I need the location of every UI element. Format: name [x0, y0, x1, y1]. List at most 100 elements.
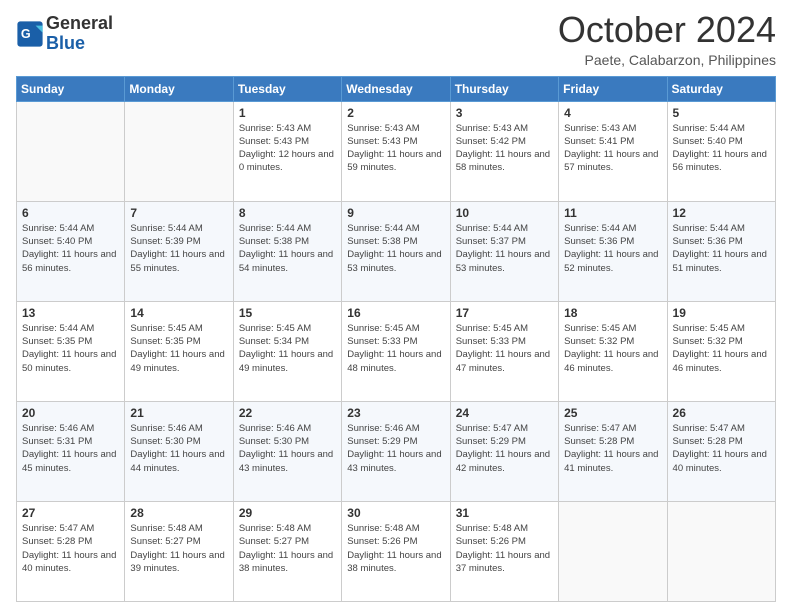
day-info: Sunrise: 5:44 AM Sunset: 5:38 PM Dayligh… [347, 222, 444, 275]
table-row: 16 Sunrise: 5:45 AM Sunset: 5:33 PM Dayli… [342, 301, 450, 401]
day-number: 23 [347, 406, 444, 420]
day-number: 30 [347, 506, 444, 520]
day-info: Sunrise: 5:47 AM Sunset: 5:29 PM Dayligh… [456, 422, 553, 475]
day-number: 15 [239, 306, 336, 320]
day-number: 16 [347, 306, 444, 320]
day-info: Sunrise: 5:47 AM Sunset: 5:28 PM Dayligh… [673, 422, 770, 475]
day-info: Sunrise: 5:43 AM Sunset: 5:43 PM Dayligh… [239, 122, 336, 175]
col-wednesday: Wednesday [342, 76, 450, 101]
col-sunday: Sunday [17, 76, 125, 101]
calendar-week-row: 1Sunrise: 5:43 AM Sunset: 5:43 PM Daylig… [17, 101, 776, 201]
day-number: 28 [130, 506, 227, 520]
day-info: Sunrise: 5:48 AM Sunset: 5:26 PM Dayligh… [456, 522, 553, 575]
day-info: Sunrise: 5:47 AM Sunset: 5:28 PM Dayligh… [564, 422, 661, 475]
day-info: Sunrise: 5:46 AM Sunset: 5:31 PM Dayligh… [22, 422, 119, 475]
table-row: 27Sunrise: 5:47 AM Sunset: 5:28 PM Dayli… [17, 501, 125, 601]
day-number: 17 [456, 306, 553, 320]
calendar: Sunday Monday Tuesday Wednesday Thursday… [16, 76, 776, 602]
table-row: 29Sunrise: 5:48 AM Sunset: 5:27 PM Dayli… [233, 501, 341, 601]
month-title: October 2024 [558, 10, 776, 50]
day-number: 2 [347, 106, 444, 120]
logo: G General Blue [16, 14, 113, 54]
day-number: 4 [564, 106, 661, 120]
day-info: Sunrise: 5:45 AM Sunset: 5:35 PM Dayligh… [130, 322, 227, 375]
day-info: Sunrise: 5:48 AM Sunset: 5:27 PM Dayligh… [130, 522, 227, 575]
day-info: Sunrise: 5:45 AM Sunset: 5:34 PM Dayligh… [239, 322, 336, 375]
calendar-header-row: Sunday Monday Tuesday Wednesday Thursday… [17, 76, 776, 101]
day-number: 26 [673, 406, 770, 420]
logo-text: General Blue [46, 14, 113, 54]
day-number: 9 [347, 206, 444, 220]
table-row: 4 Sunrise: 5:43 AM Sunset: 5:41 PM Daylig… [559, 101, 667, 201]
page: G General Blue October 2024 Paete, Calab… [0, 0, 792, 612]
day-info: Sunrise: 5:43 AM Sunset: 5:42 PM Dayligh… [456, 122, 553, 175]
table-row [667, 501, 775, 601]
day-number: 13 [22, 306, 119, 320]
table-row: 24 Sunrise: 5:47 AM Sunset: 5:29 PM Dayli… [450, 401, 558, 501]
calendar-week-row: 6 Sunrise: 5:44 AM Sunset: 5:40 PM Daylig… [17, 201, 776, 301]
table-row: 23 Sunrise: 5:46 AM Sunset: 5:29 PM Dayli… [342, 401, 450, 501]
day-info: Sunrise: 5:48 AM Sunset: 5:27 PM Dayligh… [239, 522, 336, 575]
table-row: 18Sunrise: 5:45 AM Sunset: 5:32 PM Dayli… [559, 301, 667, 401]
day-number: 31 [456, 506, 553, 520]
table-row: 17 Sunrise: 5:45 AM Sunset: 5:33 PM Dayli… [450, 301, 558, 401]
table-row: 11Sunrise: 5:44 AM Sunset: 5:36 PM Dayli… [559, 201, 667, 301]
col-friday: Friday [559, 76, 667, 101]
day-number: 19 [673, 306, 770, 320]
table-row: 30 Sunrise: 5:48 AM Sunset: 5:26 PM Dayli… [342, 501, 450, 601]
day-number: 22 [239, 406, 336, 420]
table-row [559, 501, 667, 601]
table-row: 28 Sunrise: 5:48 AM Sunset: 5:27 PM Dayli… [125, 501, 233, 601]
table-row: 19Sunrise: 5:45 AM Sunset: 5:32 PM Dayli… [667, 301, 775, 401]
logo-blue: Blue [46, 33, 85, 53]
day-info: Sunrise: 5:44 AM Sunset: 5:35 PM Dayligh… [22, 322, 119, 375]
day-info: Sunrise: 5:44 AM Sunset: 5:40 PM Dayligh… [22, 222, 119, 275]
day-info: Sunrise: 5:44 AM Sunset: 5:40 PM Dayligh… [673, 122, 770, 175]
table-row: 21Sunrise: 5:46 AM Sunset: 5:30 PM Dayli… [125, 401, 233, 501]
table-row: 22 Sunrise: 5:46 AM Sunset: 5:30 PM Dayli… [233, 401, 341, 501]
day-info: Sunrise: 5:46 AM Sunset: 5:29 PM Dayligh… [347, 422, 444, 475]
table-row [17, 101, 125, 201]
table-row: 10 Sunrise: 5:44 AM Sunset: 5:37 PM Dayli… [450, 201, 558, 301]
day-info: Sunrise: 5:44 AM Sunset: 5:38 PM Dayligh… [239, 222, 336, 275]
day-info: Sunrise: 5:44 AM Sunset: 5:36 PM Dayligh… [564, 222, 661, 275]
day-number: 3 [456, 106, 553, 120]
day-number: 12 [673, 206, 770, 220]
day-info: Sunrise: 5:44 AM Sunset: 5:37 PM Dayligh… [456, 222, 553, 275]
table-row [125, 101, 233, 201]
table-row: 20 Sunrise: 5:46 AM Sunset: 5:31 PM Dayli… [17, 401, 125, 501]
day-info: Sunrise: 5:43 AM Sunset: 5:41 PM Dayligh… [564, 122, 661, 175]
table-row: 25Sunrise: 5:47 AM Sunset: 5:28 PM Dayli… [559, 401, 667, 501]
col-thursday: Thursday [450, 76, 558, 101]
table-row: 5Sunrise: 5:44 AM Sunset: 5:40 PM Daylig… [667, 101, 775, 201]
day-info: Sunrise: 5:48 AM Sunset: 5:26 PM Dayligh… [347, 522, 444, 575]
title-area: October 2024 Paete, Calabarzon, Philippi… [558, 10, 776, 68]
day-number: 6 [22, 206, 119, 220]
table-row: 26 Sunrise: 5:47 AM Sunset: 5:28 PM Dayli… [667, 401, 775, 501]
col-saturday: Saturday [667, 76, 775, 101]
location: Paete, Calabarzon, Philippines [558, 52, 776, 68]
table-row: 8Sunrise: 5:44 AM Sunset: 5:38 PM Daylig… [233, 201, 341, 301]
day-info: Sunrise: 5:46 AM Sunset: 5:30 PM Dayligh… [239, 422, 336, 475]
day-number: 27 [22, 506, 119, 520]
header: G General Blue October 2024 Paete, Calab… [16, 10, 776, 68]
table-row: 13 Sunrise: 5:44 AM Sunset: 5:35 PM Dayli… [17, 301, 125, 401]
table-row: 2Sunrise: 5:43 AM Sunset: 5:43 PM Daylig… [342, 101, 450, 201]
day-number: 10 [456, 206, 553, 220]
day-number: 24 [456, 406, 553, 420]
calendar-week-row: 27Sunrise: 5:47 AM Sunset: 5:28 PM Dayli… [17, 501, 776, 601]
table-row: 14 Sunrise: 5:45 AM Sunset: 5:35 PM Dayli… [125, 301, 233, 401]
day-info: Sunrise: 5:46 AM Sunset: 5:30 PM Dayligh… [130, 422, 227, 475]
logo-icon: G [16, 20, 44, 48]
logo-general: General [46, 13, 113, 33]
col-tuesday: Tuesday [233, 76, 341, 101]
table-row: 15 Sunrise: 5:45 AM Sunset: 5:34 PM Dayli… [233, 301, 341, 401]
table-row: 3 Sunrise: 5:43 AM Sunset: 5:42 PM Daylig… [450, 101, 558, 201]
day-number: 18 [564, 306, 661, 320]
day-info: Sunrise: 5:45 AM Sunset: 5:33 PM Dayligh… [456, 322, 553, 375]
day-number: 20 [22, 406, 119, 420]
col-monday: Monday [125, 76, 233, 101]
svg-text:G: G [21, 27, 31, 41]
day-number: 14 [130, 306, 227, 320]
day-info: Sunrise: 5:45 AM Sunset: 5:33 PM Dayligh… [347, 322, 444, 375]
